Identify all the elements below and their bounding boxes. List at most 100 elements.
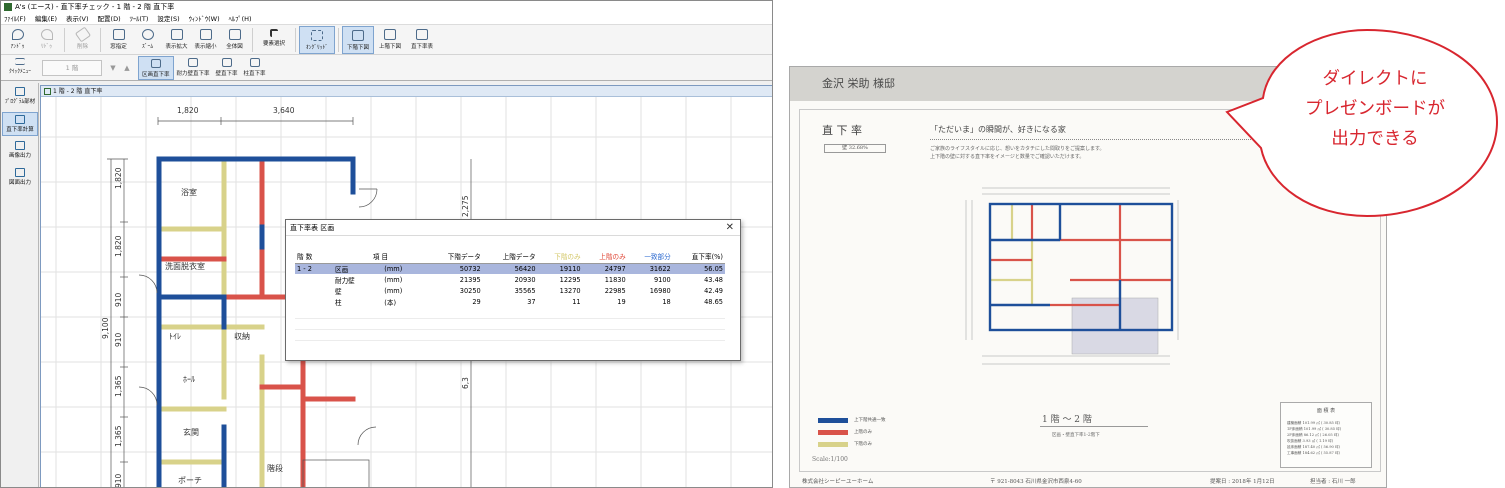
legend-swatch-match bbox=[818, 418, 848, 423]
headline: 「ただいま」の瞬間が、好きになる家 bbox=[930, 125, 1066, 134]
table-header-row: 階 数 項 目 下階データ 上階データ 下階のみ 上階のみ 一致部分 直下率(%… bbox=[295, 250, 725, 264]
wall-rate-button[interactable]: 壁直下率 bbox=[213, 56, 241, 80]
floor-range-label: 1 階 ～ 2 階 bbox=[1042, 415, 1092, 425]
on-grid-button[interactable]: ｵﾝｸﾞﾘｯﾄﾞ bbox=[299, 26, 335, 54]
room-hall: ﾎｰﾙ bbox=[183, 375, 195, 384]
upper-floor-underlay-button[interactable]: 上階下図 bbox=[374, 26, 406, 54]
dialog-titlebar: 直下率表 区画 ✕ bbox=[286, 220, 740, 236]
redo-button[interactable]: ﾘﾄﾞｩ bbox=[32, 26, 61, 54]
menu-view[interactable]: 表示(V) bbox=[66, 13, 89, 24]
legend-label-match: 上下階共通一致 bbox=[854, 418, 886, 423]
sidebar-rate-calc[interactable]: 直下率計算 bbox=[2, 112, 38, 136]
col-rate[interactable]: 直下率(%) bbox=[672, 250, 725, 264]
menu-file[interactable]: ﾌｧｲﾙ(F) bbox=[4, 13, 26, 24]
dialog-title: 直下率表 区画 bbox=[290, 224, 335, 232]
house-icon bbox=[188, 57, 199, 67]
col-lower-only[interactable]: 下階のみ bbox=[537, 250, 583, 264]
dim-top-1: 1,820 bbox=[177, 106, 199, 115]
table-row[interactable]: 柱 (本) 29 37 11 19 18 48.65 bbox=[295, 296, 725, 307]
sidebar-program-parts[interactable]: ﾌﾟﾛｸﾞﾗﾑ部材 bbox=[2, 85, 38, 109]
scale-label: Scale:1/100 bbox=[812, 456, 848, 463]
legend-swatch-upper bbox=[818, 430, 848, 435]
table-row[interactable]: 1 - 2 区画 (mm) 50732 56420 19110 24797 31… bbox=[295, 263, 725, 274]
rate-table-button[interactable]: 直下率表 bbox=[406, 26, 438, 54]
room-entrance: 玄関 bbox=[183, 427, 199, 437]
menu-tools[interactable]: ﾂｰﾙ(T) bbox=[130, 13, 149, 24]
layers-icon bbox=[384, 29, 396, 40]
dim-left-4: 910 bbox=[114, 332, 123, 347]
house-icon bbox=[249, 57, 260, 67]
eraser-icon bbox=[74, 26, 91, 43]
toolbar-divider bbox=[64, 28, 65, 52]
table-row-empty bbox=[295, 329, 725, 341]
col-upper-data[interactable]: 上階データ bbox=[482, 250, 538, 264]
table-row[interactable]: 壁 (mm) 30250 35565 13270 22985 16980 42.… bbox=[295, 285, 725, 296]
rate-table: 階 数 項 目 下階データ 上階データ 下階のみ 上階のみ 一致部分 直下率(%… bbox=[295, 250, 725, 341]
proposal-date: 提案日 : 2018年 1月12日 bbox=[1210, 479, 1275, 485]
board-floor-plan bbox=[965, 187, 1179, 365]
floor-sublabel: 区画・壁直下率1-2階下 bbox=[1052, 433, 1100, 438]
menu-window[interactable]: ｳｨﾝﾄﾞｳ(W) bbox=[189, 13, 220, 24]
menu-bar: ﾌｧｲﾙ(F) 編集(E) 表示(V) 配置(D) ﾂｰﾙ(T) 設定(S) ｳ… bbox=[1, 13, 772, 25]
dim-top-2: 3,640 bbox=[273, 106, 295, 115]
board-porch-shade bbox=[1071, 297, 1159, 355]
col-item[interactable]: 項 目 bbox=[333, 250, 428, 264]
lead-line-2: 上下階の壁に対する直下率をイメージと数量でご確認いただけます。 bbox=[930, 154, 1085, 160]
room-washroom: 洗面脱衣室 bbox=[165, 261, 205, 271]
table-icon bbox=[416, 29, 428, 40]
legend-swatch-lower bbox=[818, 442, 848, 447]
callout-line-3: 出力できる bbox=[1331, 129, 1419, 149]
col-match[interactable]: 一致部分 bbox=[627, 250, 673, 264]
callout-line-2: プレゼンボードが bbox=[1305, 99, 1445, 119]
zoom-in-button[interactable]: 表示拡大 bbox=[162, 26, 191, 54]
area-table: 面 積 表 建築面積 101.99 ㎡ ( 30.85 坪) 1F床面積 101… bbox=[1280, 402, 1372, 468]
client-name: 金沢 栄助 様邸 bbox=[822, 77, 895, 90]
lower-floor-underlay-button[interactable]: 下階下図 bbox=[342, 26, 374, 54]
sidebar-image-output[interactable]: 画像出力 bbox=[2, 139, 38, 163]
zoom-button[interactable]: ｽﾞｰﾑ bbox=[133, 26, 162, 54]
dim-left-7: 910 bbox=[114, 473, 123, 488]
menu-place[interactable]: 配置(D) bbox=[98, 13, 121, 24]
fit-icon bbox=[228, 29, 241, 40]
area-row: 工事面積 184.62 ㎡ ( 55.87 坪) bbox=[1287, 451, 1340, 455]
dim-left-1: 1,820 bbox=[114, 167, 123, 189]
menu-help[interactable]: ﾍﾙﾌﾟ(H) bbox=[229, 13, 252, 24]
room-porch: ポーチ bbox=[178, 476, 202, 485]
menu-lines-icon bbox=[15, 57, 25, 65]
grid-doc-icon bbox=[44, 88, 51, 95]
room-bath: 浴室 bbox=[181, 187, 197, 197]
floor-down-button[interactable]: ▼ bbox=[106, 60, 120, 76]
legend-label-upper: 上階のみ bbox=[854, 430, 872, 435]
floor-up-button[interactable]: ▲ bbox=[120, 60, 134, 76]
room-stairs: 階段 bbox=[267, 463, 283, 473]
close-icon[interactable]: ✕ bbox=[726, 220, 734, 236]
zone-rate-button[interactable]: 区画直下率 bbox=[138, 55, 174, 80]
shrink-icon bbox=[199, 29, 212, 40]
element-select-button[interactable]: 要素選択 bbox=[256, 26, 292, 54]
column-rate-button[interactable]: 柱直下率 bbox=[241, 56, 269, 80]
menu-settings[interactable]: 設定(S) bbox=[157, 13, 179, 24]
table-row[interactable]: 耐力壁 (mm) 21395 20930 12295 11830 9100 43… bbox=[295, 274, 725, 285]
toolbar-divider bbox=[338, 28, 339, 52]
window-select-button[interactable]: 窓指定 bbox=[104, 26, 133, 54]
magnifier-icon bbox=[141, 29, 154, 40]
house-icon bbox=[150, 58, 161, 68]
zoom-out-button[interactable]: 表示縮小 bbox=[191, 26, 220, 54]
col-floor[interactable]: 階 数 bbox=[295, 250, 333, 264]
drawing-window-titlebar: 1 階 - 2 階 直下率 bbox=[41, 86, 772, 97]
col-lower-data[interactable]: 下階データ bbox=[427, 250, 483, 264]
menu-edit[interactable]: 編集(E) bbox=[35, 13, 57, 24]
col-upper-only[interactable]: 上階のみ bbox=[582, 250, 628, 264]
sub-toolbar: ｸｲｯｸﾒﾆｭｰ 1 階 ▼ ▲ 区画直下率 耐力壁直下率 壁直下率 柱直下率 bbox=[1, 55, 772, 81]
undo-button[interactable]: ｱﾝﾄﾞｩ bbox=[3, 26, 32, 54]
callout-line-1: ダイレクトに bbox=[1322, 69, 1428, 89]
bearing-wall-rate-button[interactable]: 耐力壁直下率 bbox=[174, 56, 213, 80]
floor-selector[interactable]: 1 階 bbox=[42, 59, 102, 76]
company-address: 〒 921-8043 石川県金沢市西泉4-60 bbox=[990, 479, 1082, 485]
sidebar-drawing-output[interactable]: 図面出力 bbox=[2, 166, 38, 190]
fit-all-button[interactable]: 全体図 bbox=[220, 26, 249, 54]
quick-menu-button[interactable]: ｸｲｯｸﾒﾆｭｰ bbox=[3, 56, 37, 80]
house-icon bbox=[221, 57, 232, 67]
delete-button[interactable]: 削除 bbox=[68, 26, 97, 54]
drawing-window-title: 1 階 - 2 階 直下率 bbox=[53, 88, 103, 95]
